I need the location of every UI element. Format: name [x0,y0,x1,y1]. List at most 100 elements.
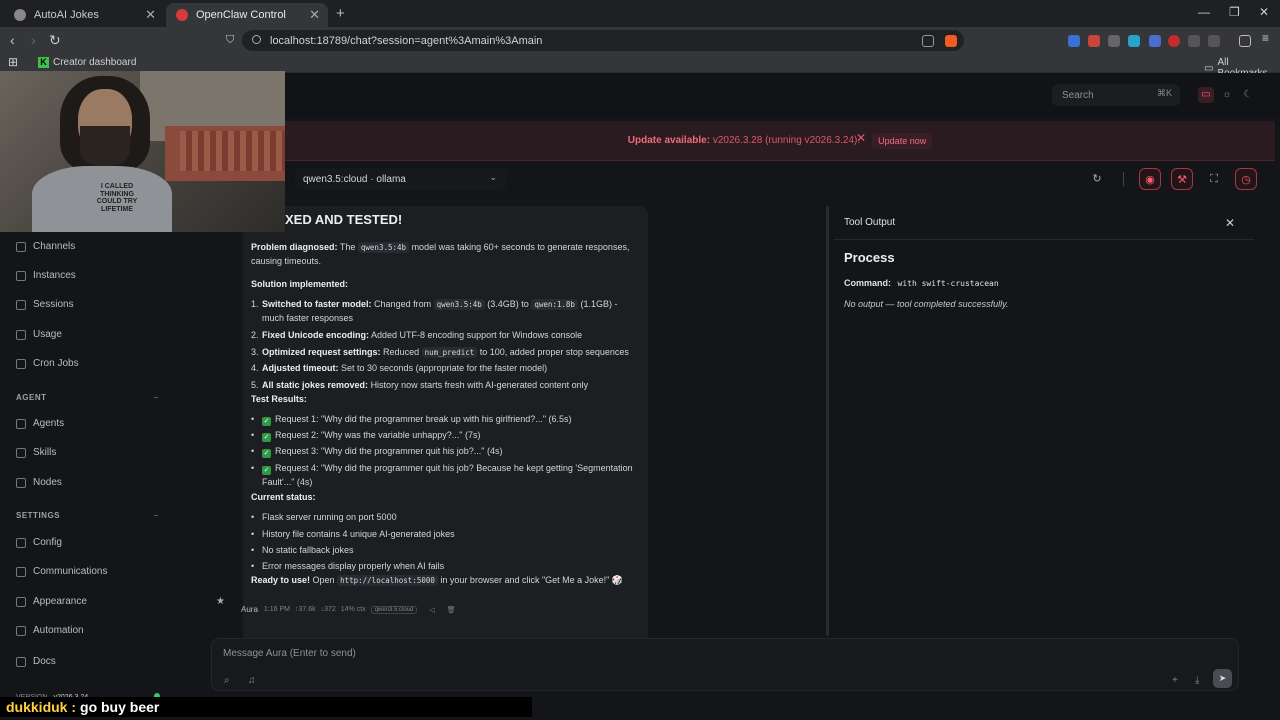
extension-icon[interactable] [1128,35,1140,47]
sun-theme-icon[interactable]: ☼ [1219,87,1235,103]
command-label: Command: [844,278,891,288]
tab-autoai-jokes[interactable]: AutoAI Jokes ✕ [4,3,164,27]
sidebar-item-label: Usage [33,329,62,340]
sidebar-item-docs[interactable]: Docs [16,656,56,667]
extension-icon[interactable] [1168,35,1180,47]
palette-icon [16,596,26,607]
close-icon[interactable]: ✕ [145,7,156,23]
webcam-overlay: I CALLED THINKING COULD TRY LIFETIME [0,71,285,232]
file-icon [16,299,26,310]
list-item: 5. All static jokes removed: History now… [251,379,636,393]
sidebar-item-usage[interactable]: Usage [16,329,62,340]
extension-icon[interactable] [1208,35,1220,47]
sidebar-item-sessions[interactable]: Sessions [16,299,74,310]
sidebar-item-instances[interactable]: Instances [16,270,76,281]
model-select[interactable]: qwen3.5:cloud · ollama ⌄ [295,168,507,190]
sidebar-toggle-icon[interactable] [1239,35,1251,47]
monitor-theme-icon[interactable]: ▭ [1198,87,1214,103]
sidebar-item-skills[interactable]: Skills [16,447,56,458]
forward-icon[interactable]: › [31,32,36,48]
sidebar-item-channels[interactable]: Channels [16,241,75,252]
divider [834,239,1254,240]
apps-grid-icon[interactable]: ⊞ [8,55,18,69]
sidebar-item-nodes[interactable]: Nodes [16,477,62,488]
automation-icon [16,625,26,636]
wrench-icon[interactable]: ⚒ [1171,168,1193,190]
section-settings[interactable]: SETTINGS – [16,511,158,520]
sidebar-item-agents[interactable]: Agents [16,418,64,429]
search-input[interactable]: Search ⌘K [1052,84,1180,106]
update-detail: v2026.3.28 (running v2026.3.24). [712,135,861,146]
inline-code: qwen:1.8b [531,299,578,310]
mic-icon[interactable]: ♫ [248,675,256,686]
speaker-icon[interactable]: ◁ [429,606,434,614]
section-label: AGENT [16,393,47,402]
sidebar-item-label: Appearance [33,596,87,607]
attach-icon[interactable]: ⌕ [224,675,230,686]
menu-icon[interactable]: ≡ [1262,31,1274,45]
ready-text: Open [312,575,335,585]
chat-scrollbar[interactable] [826,206,829,636]
send-button[interactable]: ➤ [1213,669,1232,688]
solution-label: Solution implemented: [251,279,349,289]
extension-icon[interactable] [1068,35,1080,47]
sidebar-item-automation[interactable]: Automation [16,625,84,636]
brain-icon[interactable]: ◉ [1139,168,1161,190]
back-icon[interactable]: ‹ [10,32,15,48]
check-icon: ✓ [262,449,271,458]
clock-icon[interactable]: ◷ [1235,168,1257,190]
sidebar-item-config[interactable]: Config [16,537,62,548]
tool-output-text: No output — tool completed successfully. [844,299,1009,309]
sidebar-item-communications[interactable]: Communications [16,566,107,577]
kick-icon: K [38,57,49,68]
minimize-icon[interactable]: — [1198,5,1210,19]
composer-placeholder: Message Aura (Enter to send) [223,648,356,659]
close-icon[interactable]: ✕ [856,131,866,145]
test-text: Request 1: "Why did the programmer break… [275,414,572,424]
sidebar-item-label: Config [33,537,62,548]
extension-icon[interactable] [1088,35,1100,47]
reload-icon[interactable]: ↻ [49,32,61,49]
tab-openclaw-control[interactable]: OpenClaw Control ✕ [166,3,328,27]
trash-icon[interactable]: 🗑 [447,606,456,614]
extension-icon[interactable] [1108,35,1120,47]
maximize-icon[interactable]: ❐ [1229,5,1240,19]
openclaw-icon [176,9,188,21]
step-text: Reduced [383,347,420,357]
message-composer[interactable]: Message Aura (Enter to send) ⌕ ♫ + ⤓ ➤ [211,638,1239,691]
step-text: (3.4GB) to [487,299,529,309]
plus-icon[interactable]: + [1172,675,1178,686]
chat-message: go buy beer [80,699,160,715]
sidebar-item-appearance[interactable]: Appearance [16,596,87,607]
check-icon: ✓ [262,433,271,442]
focus-icon[interactable]: ⛶ [1203,168,1225,190]
test-results-heading: Test Results: [251,393,636,407]
step-text: Added UTF-8 encoding support for Windows… [371,330,583,340]
bookmark-creator-dashboard[interactable]: K Creator dashboard [38,57,136,68]
shirt-text: I CALLED THINKING COULD TRY LIFETIME [96,183,138,214]
current-status-label: Current status: [251,492,316,502]
chevron-up-icon: – [154,393,159,402]
moon-theme-icon[interactable]: ☾ [1240,87,1256,103]
site-info-icon[interactable] [252,35,261,44]
share-icon[interactable] [922,35,934,47]
bookmark-icon[interactable]: ⛉ [226,34,234,47]
brave-shield-icon[interactable] [945,35,957,47]
extension-icon[interactable] [1149,35,1161,47]
ready-text: in your browser and click "Get Me a Joke… [440,575,624,585]
update-now-button[interactable]: Update now [872,132,933,149]
sidebar-item-label: Skills [33,447,57,458]
url-field[interactable]: localhost:18789/chat?session=agent%3Amai… [242,30,964,51]
close-icon[interactable]: ✕ [1225,216,1235,230]
chevron-up-icon: – [154,511,159,520]
puzzle-icon[interactable] [1188,35,1200,47]
refresh-icon[interactable]: ↻ [1086,168,1108,190]
close-icon[interactable]: ✕ [309,7,320,23]
section-agent[interactable]: AGENT – [16,393,158,402]
list-item: • ✓ Request 3: "Why did the programmer qui… [251,446,503,458]
new-tab-icon[interactable]: + [336,5,345,22]
sidebar-item-cron-jobs[interactable]: Cron Jobs [16,358,79,369]
window-close-icon[interactable]: ✕ [1259,5,1269,19]
download-icon[interactable]: ⤓ [1195,675,1199,686]
inline-code: qwen3.5:4b [357,242,410,253]
